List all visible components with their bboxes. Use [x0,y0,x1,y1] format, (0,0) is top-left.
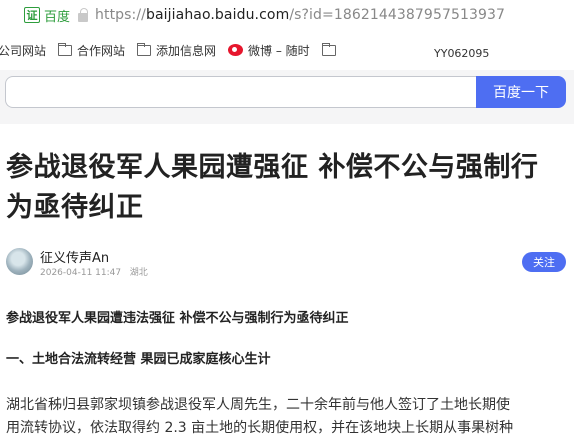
avatar[interactable] [6,248,33,275]
bookmark-label: 公司网站 [0,43,47,58]
paragraph-line: 湖北省秭归县郭家坝镇参战退役军人周先生，二十余年前与他人签订了土地长期使 [6,397,510,413]
certificate-icon[interactable]: 证 [24,7,40,23]
article-lead: 参战退役军人果园遭违法强征 补偿不公与强制行为亟待纠正 [6,311,349,326]
author-name[interactable]: 征义传声An [40,247,109,266]
url-text[interactable]: https://baijiahao.baidu.com/s?id=1862144… [95,7,505,23]
section-heading: 一、土地合法流转经营 果园已成家庭核心生计 [6,352,271,367]
bookmark-code: YY062095 [434,47,490,60]
lock-icon [78,7,89,22]
bookmark-add-info-sites[interactable]: 添加信息网 [137,42,216,59]
folder-icon [321,42,336,56]
bookmark-company-site[interactable]: 公司网站 [0,42,46,59]
folder-icon [58,42,73,56]
url-path: /s?id=1862144387957513937 [289,7,505,23]
address-bar[interactable]: 证 百度 https://baijiahao.baidu.com/s?id=18… [0,0,574,30]
author-row: 征义传声An 2026-04-11 11:47 湖北 关注 [6,248,568,278]
follow-button[interactable]: 关注 [522,252,566,272]
bookmark-weibo[interactable]: 微博 – 随时 [228,42,310,59]
article-title: 参战退役军人果园遭强征 补偿不公与强制行 为亟待纠正 [6,148,568,228]
bookmark-label: 合作网站 [77,43,126,58]
url-host: baijiahao.baidu.com [146,7,290,23]
publish-location: 湖北 [129,268,148,278]
certificate-label[interactable]: 百度 [44,6,70,25]
publish-meta: 2026-04-11 11:47 湖北 [40,265,148,278]
bookmark-folder[interactable] [321,42,341,56]
article-paragraph: 湖北省秭归县郭家坝镇参战退役军人周先生，二十余年前与他人签订了土地长期使 用流转… [6,394,568,440]
url-scheme: https:// [95,7,146,23]
publish-time: 2026-04-11 11:47 [40,268,122,278]
bookmark-label: 微博 – 随时 [248,43,310,58]
title-line: 参战退役军人果园遭强征 补偿不公与强制行 [6,152,539,183]
search-button[interactable]: 百度一下 [476,76,566,108]
folder-icon [137,42,152,56]
bookmark-label: 添加信息网 [156,43,217,58]
title-line: 为亟待纠正 [6,192,144,223]
search-input[interactable] [5,76,477,108]
weibo-icon [228,44,244,56]
bookmark-partner-sites[interactable]: 合作网站 [58,42,125,59]
search-bar: 百度一下 [0,70,574,124]
paragraph-line: 用流转协议，依法取得约 2.3 亩土地的长期使用权，并在该地块上长期从事果树种 [6,420,514,436]
